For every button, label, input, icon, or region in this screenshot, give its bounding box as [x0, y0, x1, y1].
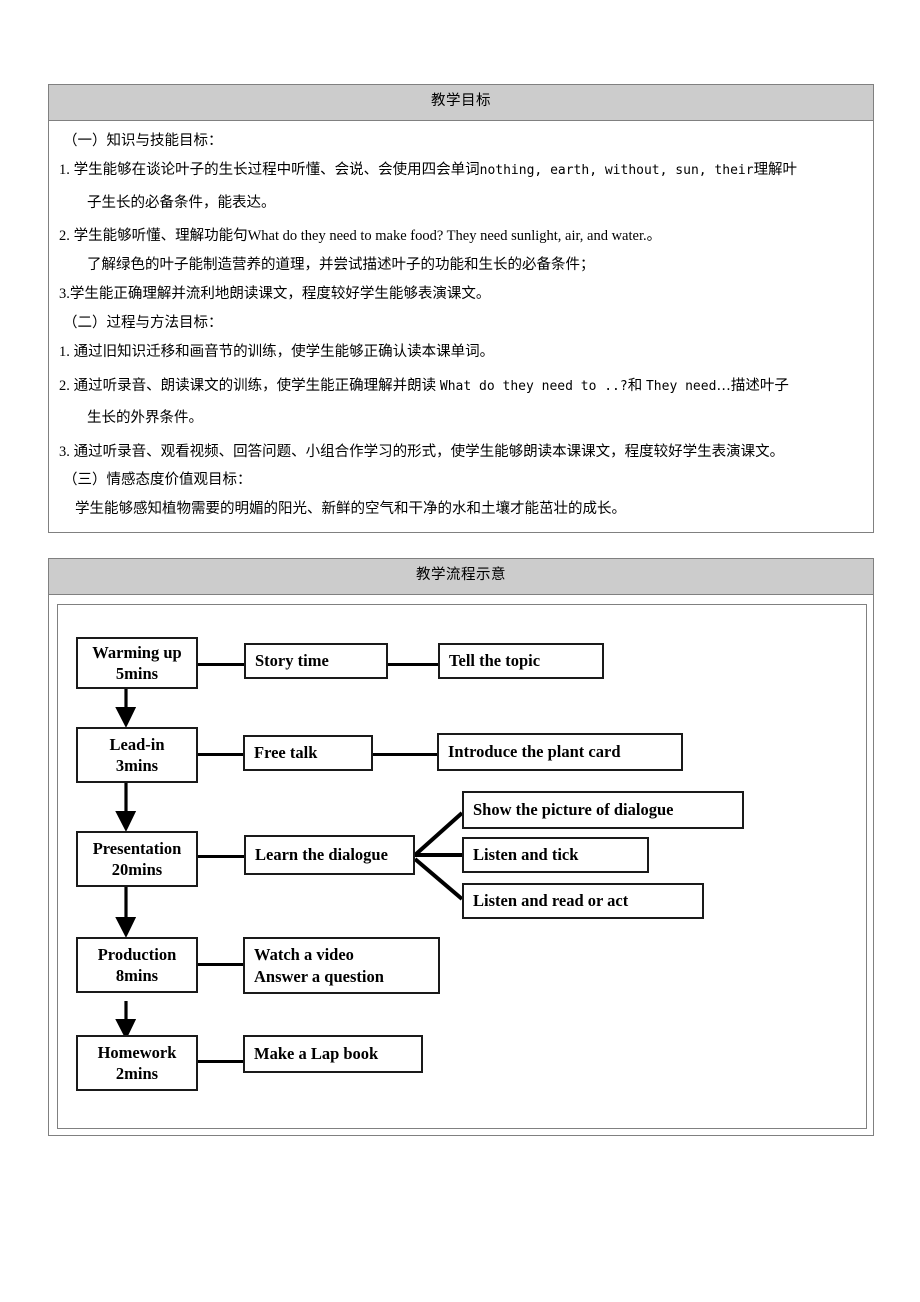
objective-item-text-cn: 学生能够听懂、理解功能句	[73, 228, 248, 245]
objective-item-number: 3.	[59, 443, 70, 460]
flow-activity-free-talk[interactable]: Free talk	[243, 735, 373, 771]
objectives-group-title: （三）情感态度价值观目标：	[63, 472, 252, 489]
objective-item-text-cn: 通过听录音、朗读课文的训练，使学生能正确理解并朗读	[73, 377, 437, 394]
objective-item-text-cn: 学生能够在谈论叶子的生长过程中听懂、会说、会使用四会单词	[73, 162, 480, 179]
flow-activity-label: Story time	[255, 651, 329, 671]
flow-activity-label: Tell the topic	[449, 651, 541, 671]
objective-item-text-cn-tail: 理解叶	[753, 162, 798, 179]
objective-item-text-en: What do they need to make food? They nee…	[247, 228, 647, 245]
objective-item: 2. 学生能够听懂、理解功能句What do they need to make…	[59, 223, 863, 249]
objective-item: 1. 学生能够在谈论叶子的生长过程中听懂、会说、会使用四会单词nothing, …	[59, 157, 863, 183]
objective-item-line2: 子生长的必备条件，能表达。	[87, 194, 276, 211]
objective-item-number: 3.	[59, 286, 70, 303]
document-page: 教学目标 （一）知识与技能目标： 1. 学生能够在谈论叶子的生长过程中听懂、会说…	[0, 0, 920, 1302]
objective-item-text-en: What do they need to ..?	[439, 378, 628, 394]
objective-item-text-en-2: They need	[645, 378, 717, 394]
flow-activity-show-picture-of-dialogue[interactable]: Show the picture of dialogue	[462, 791, 744, 829]
flow-activity-listen-and-tick[interactable]: Listen and tick	[462, 837, 649, 873]
flow-stage-time: 20mins	[111, 860, 163, 879]
flow-stage-production[interactable]: Production 8mins	[76, 937, 198, 993]
objective-item: 3.学生能正确理解并流利地朗读课文，程度较好学生能够表演课文。	[59, 281, 863, 307]
flow-stage-homework[interactable]: Homework 2mins	[76, 1035, 198, 1091]
flow-stage-title: Homework	[97, 1042, 177, 1062]
flow-stage-warming-up[interactable]: Warming up 5mins	[76, 637, 198, 689]
flow-stage-presentation[interactable]: Presentation 20mins	[76, 831, 198, 887]
objective-item-number: 2.	[59, 228, 70, 245]
branch-to-listen-read-act	[413, 857, 464, 901]
flow-stage-title: Lead-in	[109, 734, 165, 754]
objective-item-text-cn: 通过旧知识迁移和画音节的训练，使学生能够正确认读本课单词。	[73, 344, 495, 361]
objectives-group-title: （二）过程与方法目标：	[63, 314, 223, 331]
flow-stage-title: Production	[97, 944, 177, 964]
flow-activity-label: Show the picture of dialogue	[473, 800, 674, 820]
objective-item-text-cn: 通过听录音、观看视频、回答问题、小组合作学习的形式，使学生能够朗读本课课文，程度…	[73, 443, 785, 460]
flow-activity-introduce-plant-card[interactable]: Introduce the plant card	[437, 733, 683, 771]
branch-to-show-picture	[413, 811, 464, 857]
flow-activity-story-time[interactable]: Story time	[244, 643, 388, 679]
teaching-flow-table: 教学流程示意 Warming up 5mins Lead-in 3mins Pr…	[48, 558, 874, 1136]
objective-item-number: 1.	[59, 344, 70, 361]
flow-stage-time: 2mins	[115, 1064, 159, 1083]
flow-stage-lead-in[interactable]: Lead-in 3mins	[76, 727, 198, 783]
flow-activity-label: Learn the dialogue	[255, 845, 388, 865]
flowchart-frame: Warming up 5mins Lead-in 3mins Presentat…	[57, 604, 867, 1129]
objective-item: 3. 通过听录音、观看视频、回答问题、小组合作学习的形式，使学生能够朗读本课课文…	[59, 439, 863, 465]
flow-activity-label-2: Answer a question	[254, 966, 384, 986]
flow-activity-make-a-lap-book[interactable]: Make a Lap book	[243, 1035, 423, 1073]
flow-activity-label: Introduce the plant card	[448, 742, 621, 762]
flow-activity-listen-and-read-or-act[interactable]: Listen and read or act	[462, 883, 704, 919]
objective-item-text-cn: 学生能够感知植物需要的明媚的阳光、新鲜的空气和干净的水和土壤才能茁壮的成长。	[75, 500, 626, 517]
flow-activity-label: Listen and read or act	[473, 891, 629, 911]
flow-stage-time: 8mins	[115, 966, 159, 985]
objective-item: 1. 通过旧知识迁移和画音节的训练，使学生能够正确认读本课单词。	[59, 339, 863, 365]
objective-item-text-cn-mid: 和	[627, 377, 643, 394]
flow-activity-label: Listen and tick	[473, 845, 579, 865]
objectives-group-title: （一）知识与技能目标：	[63, 132, 223, 149]
flow-activity-label: Free talk	[254, 743, 318, 763]
objective-item: 2. 通过听录音、朗读课文的训练，使学生能正确理解并朗读 What do the…	[59, 373, 863, 399]
objective-item-text-en: nothing, earth, without, sun, their	[479, 163, 754, 179]
objective-item-line2: 生长的外界条件。	[87, 410, 203, 427]
objective-item-line2: 了解绿色的叶子能制造营养的道理，并尝试描述叶子的功能和生长的必备条件；	[87, 256, 595, 273]
flow-stage-title: Presentation	[92, 838, 182, 858]
teaching-flow-header: 教学流程示意	[49, 559, 873, 595]
objectives-table-body: （一）知识与技能目标： 1. 学生能够在谈论叶子的生长过程中听懂、会说、会使用四…	[49, 121, 873, 532]
flow-activity-label: Watch a video	[254, 945, 354, 965]
objective-item-text-cn-tail: …描述叶子	[716, 377, 789, 394]
objective-item-number: 2.	[59, 377, 70, 394]
objective-item-text-cn-tail: 。	[646, 228, 662, 245]
objectives-table: 教学目标 （一）知识与技能目标： 1. 学生能够在谈论叶子的生长过程中听懂、会说…	[48, 84, 874, 534]
flow-stage-time: 3mins	[115, 756, 159, 775]
flow-activity-learn-the-dialogue[interactable]: Learn the dialogue	[244, 835, 415, 875]
flowchart-canvas: Warming up 5mins Lead-in 3mins Presentat…	[58, 605, 868, 1130]
objectives-table-header: 教学目标	[49, 85, 873, 121]
objective-item-text-cn: 学生能正确理解并流利地朗读课文，程度较好学生能够表演课文。	[69, 286, 491, 303]
flow-activity-label: Make a Lap book	[254, 1044, 379, 1064]
flow-stage-time: 5mins	[115, 664, 159, 683]
flow-stage-title: Warming up	[92, 642, 182, 662]
flow-activity-tell-the-topic[interactable]: Tell the topic	[438, 643, 604, 679]
flow-activity-watch-video-answer-question[interactable]: Watch a video Answer a question	[243, 937, 440, 994]
objective-item-number: 1.	[59, 162, 70, 179]
